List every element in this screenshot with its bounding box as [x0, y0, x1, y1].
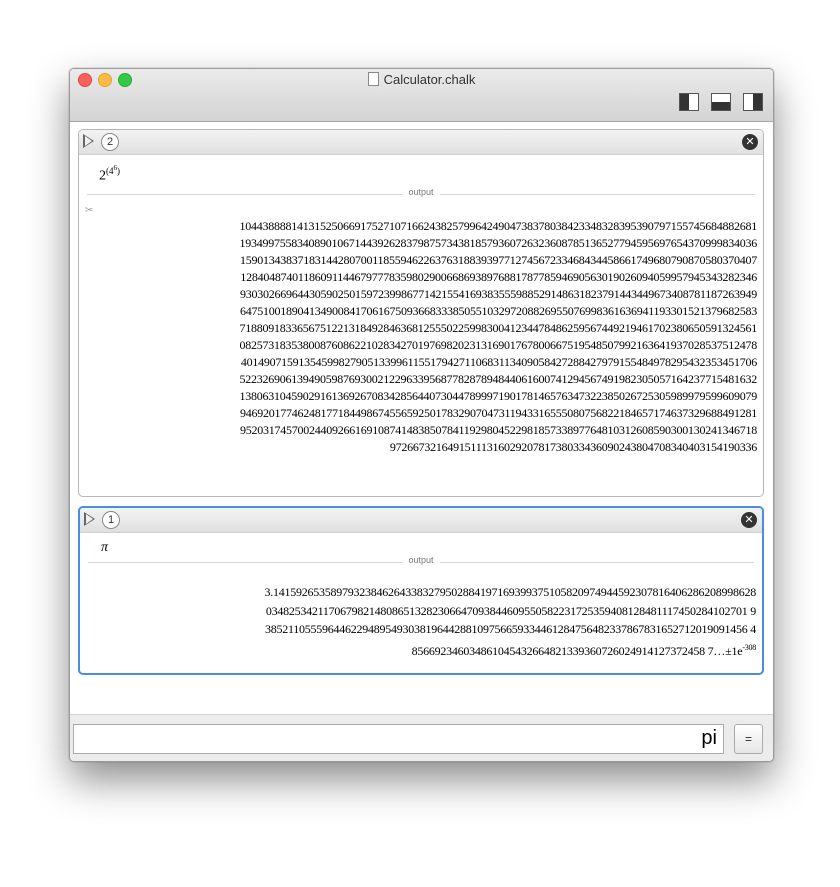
cell-header: 2 ✕ [79, 130, 763, 155]
output-line: 9520317457002440926616910874148385078411… [239, 423, 757, 437]
expression-base: 2 [99, 168, 106, 184]
evaluate-button[interactable]: = [734, 724, 763, 754]
run-cell-icon[interactable] [84, 512, 95, 526]
output-line: 3.14159265358979323846264338327950288419… [264, 585, 757, 599]
output-separator: output [88, 555, 754, 565]
output-line: 6475100189041349008417061675093668333850… [239, 304, 757, 318]
layout-left-icon[interactable] [679, 93, 699, 111]
output-line: 7188091833656751221318492846368125550225… [239, 321, 758, 335]
output-line: 3852110555964462294895493038196442881097… [264, 622, 756, 636]
window-title: Calculator.chalk [383, 72, 476, 87]
output-line: 1590134383718314428070011855946226376318… [239, 253, 757, 267]
expression-input[interactable]: pi [73, 724, 724, 754]
cell-number: 1 [102, 511, 120, 529]
output-line: 9303026696443059025015972399867714215541… [239, 287, 757, 301]
output-line-last: 8566923460348610454326648213393607260249… [86, 639, 757, 661]
output-line: 4014907159135459982790513399611551794271… [240, 355, 757, 369]
layout-right-icon[interactable] [743, 93, 763, 111]
output-line: 0348253421170679821480865132823066470938… [265, 603, 756, 618]
calculation-cell[interactable]: 2 ✕ 2(46) output ✂ 104438888141315250669… [78, 129, 764, 497]
output-line: 1934997558340890106714439262837987573438… [239, 236, 758, 250]
title-bar: Calculator.chalk [70, 69, 773, 122]
output-exponent: -308 [742, 642, 756, 652]
exp-paren-close: ) [117, 166, 120, 176]
cell-number: 2 [101, 133, 119, 151]
output-line: 9726673216491511131602920781738033436090… [389, 440, 757, 454]
calculator-window: Calculator.chalk 2 ✕ 2(46) output ✂ 1044… [69, 68, 774, 762]
output-line: 0825731835380087608622102834270197698202… [239, 338, 758, 352]
calculation-cell-selected[interactable]: 1 ✕ π output 3.1415926535897932384626433… [78, 506, 764, 675]
cell-expression[interactable]: 2(46) [99, 164, 120, 185]
cell-expression[interactable]: π [101, 540, 108, 556]
output-line: 1284048740118609114467977783598029006686… [240, 270, 757, 284]
output-line: 5223269061394905987693002122963395687782… [239, 372, 758, 386]
worksheet-area: 2 ✕ 2(46) output ✂ 104438888141315250669… [70, 122, 773, 714]
output-separator: output [87, 187, 755, 197]
cell-output: 1044388881413152506691752710716624382579… [85, 218, 758, 456]
delete-cell-icon[interactable]: ✕ [742, 134, 758, 150]
cell-output: 3.14159265358979323846264338327950288419… [86, 583, 757, 661]
scissors-icon[interactable]: ✂ [85, 205, 93, 216]
cell-header: 1 ✕ [80, 508, 762, 533]
output-line: 1044388881413152506691752710716624382579… [239, 219, 758, 233]
output-line: 9469201774624817718449867455659250178329… [239, 406, 757, 420]
window-title-wrap: Calculator.chalk [70, 72, 773, 87]
input-bar: pi = [70, 714, 773, 761]
run-cell-icon[interactable] [83, 134, 94, 148]
delete-cell-icon[interactable]: ✕ [741, 512, 757, 528]
layout-bottom-icon[interactable] [711, 93, 731, 111]
output-label: output [402, 187, 440, 197]
output-line: 1380631045902916136926708342856440730447… [239, 389, 758, 403]
output-label: output [402, 555, 440, 565]
output-line-text: 8566923460348610454326648213393607260249… [411, 643, 743, 658]
document-icon [367, 72, 379, 86]
